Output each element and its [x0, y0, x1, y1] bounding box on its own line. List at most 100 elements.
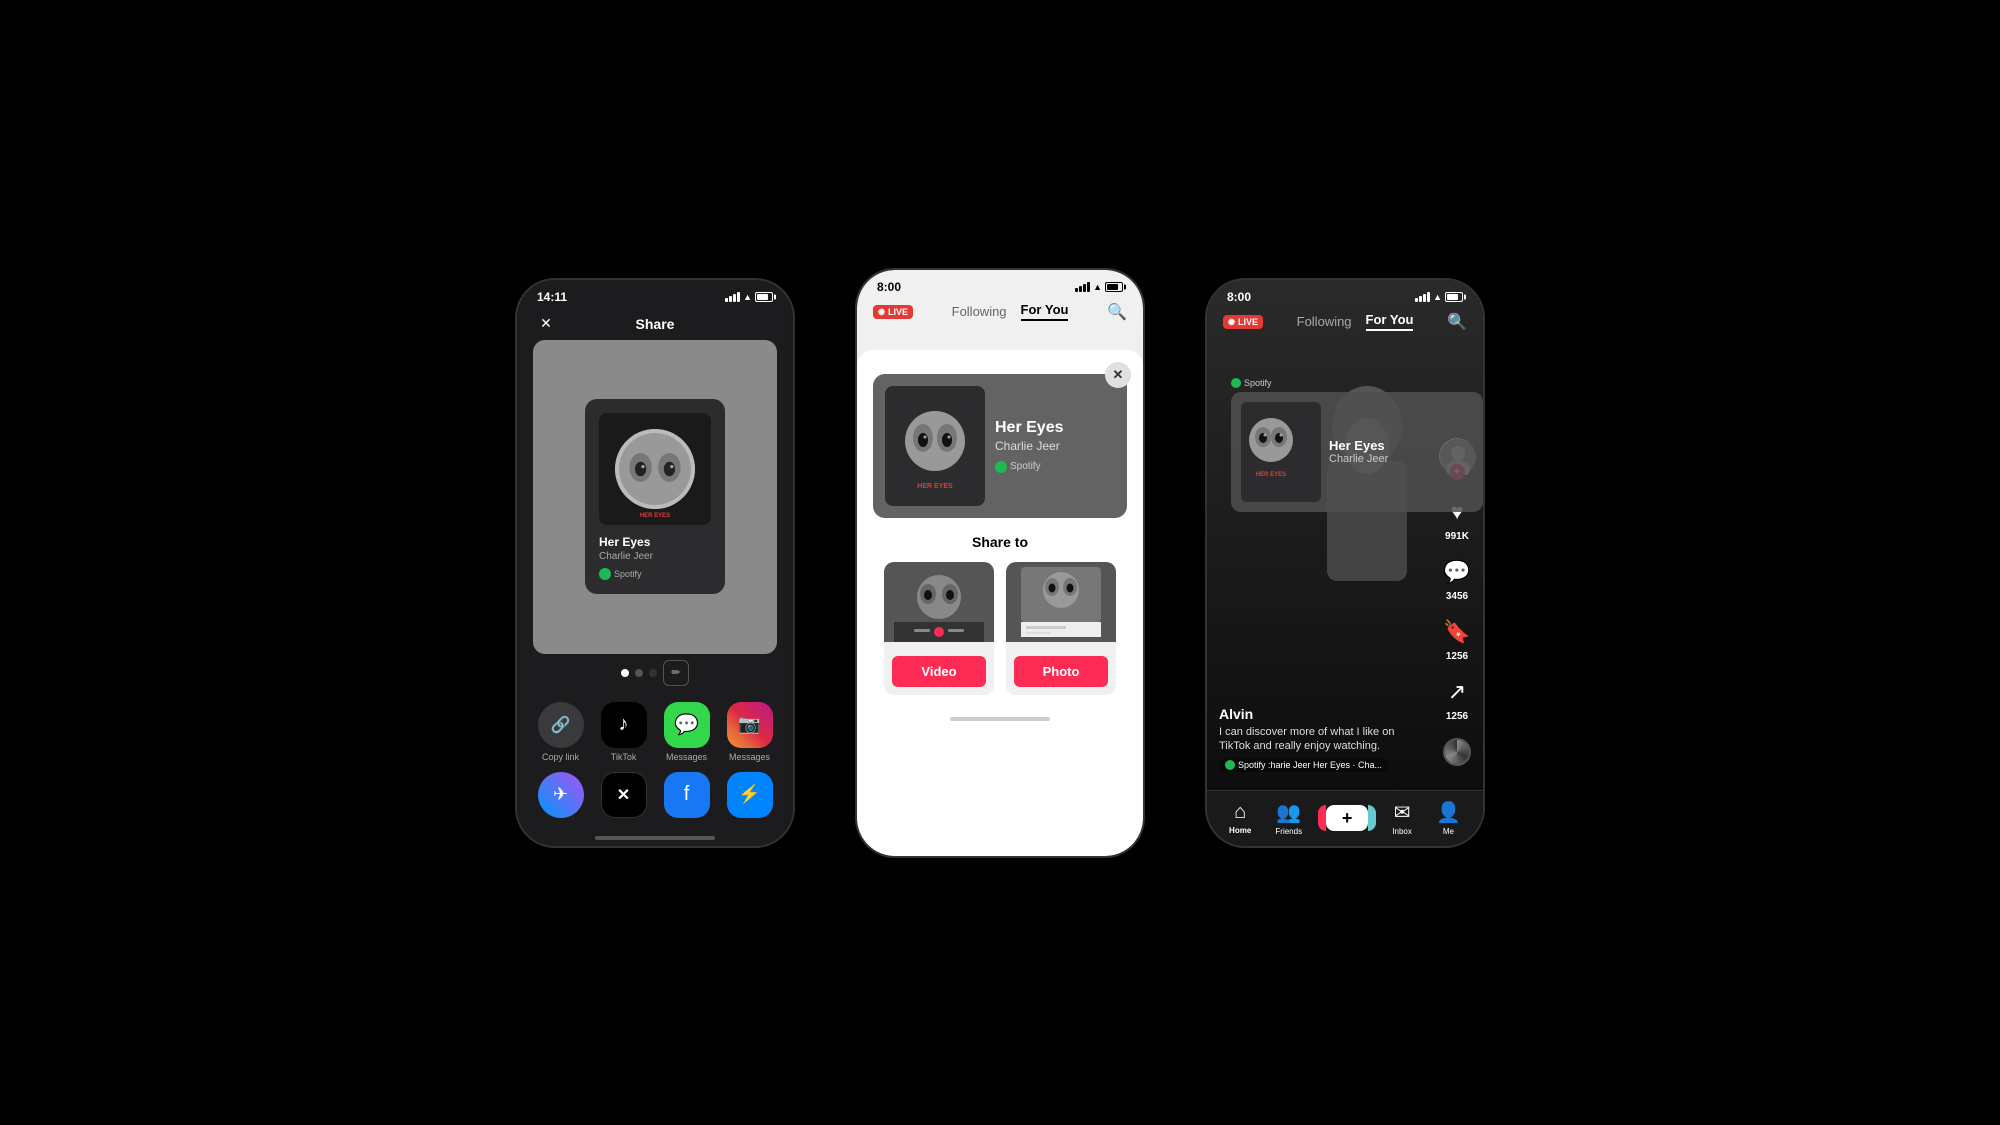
share-app-facebook[interactable]: f	[659, 772, 714, 818]
share-option-video: Video	[884, 562, 994, 695]
dot-indicator-row: ✏	[517, 654, 793, 692]
tab-foryou-2[interactable]: For You	[1021, 302, 1069, 321]
feed-bottom-info: Alvin I can discover more of what I like…	[1219, 706, 1413, 776]
nav-create[interactable]: +	[1326, 805, 1368, 831]
feed-card-title: Her Eyes	[1329, 438, 1473, 453]
share-app-messenger[interactable]: ✈	[533, 772, 588, 818]
search-button-2[interactable]: 🔍	[1107, 302, 1127, 322]
feed-music-card: Spotify HER EYES	[1231, 378, 1483, 512]
share-app-instagram-label: Messages	[729, 752, 770, 762]
home-icon: ⌂	[1234, 801, 1246, 824]
edit-button[interactable]: ✏	[663, 660, 689, 686]
share-to-options: Video	[873, 562, 1127, 695]
feed-album-art: HER EYES	[1241, 402, 1321, 502]
status-icons-1: ▲	[725, 292, 773, 302]
share-apps-row2: ✈ ✕ f ⚡	[517, 768, 793, 830]
modal-music-info: Her Eyes Charlie Jeer Spotify	[995, 419, 1115, 473]
feed-card-inner: HER EYES Her Eyes Charlie Jeer	[1231, 392, 1483, 512]
album-text-1: HER EYES	[640, 513, 670, 519]
share-card-area: HER EYES Her Eyes Charlie Jeer Spotify	[533, 340, 777, 654]
live-label-3: LIVE	[1238, 317, 1258, 327]
battery-2	[1105, 282, 1123, 292]
tab-following-2[interactable]: Following	[952, 304, 1007, 319]
share-app-tiktok[interactable]: ♪ TikTok	[596, 702, 651, 762]
share-apps-row1: 🔗 Copy link ♪ TikTok 💬 Messages 📷 Messag…	[517, 692, 793, 768]
share-app-x[interactable]: ✕	[596, 772, 651, 818]
photo-preview	[1006, 562, 1116, 642]
time-1: 14:11	[537, 290, 567, 304]
instagram-icon: 📷	[727, 702, 773, 748]
card-artist-1: Charlie Jeer	[599, 551, 711, 562]
disc-icon	[1443, 738, 1471, 766]
feed-spotify-label: Spotify	[1244, 378, 1272, 388]
feed-music-spotify-logo	[1225, 760, 1235, 770]
home-indicator-2	[950, 717, 1050, 721]
live-badge-2[interactable]: ◉ LIVE	[873, 305, 913, 319]
signal-2	[1075, 282, 1090, 292]
photo-button[interactable]: Photo	[1014, 656, 1108, 687]
dot-2[interactable]	[635, 669, 643, 677]
status-icons-3: ▲	[1415, 292, 1463, 302]
facebook-msg-icon: ⚡	[727, 772, 773, 818]
home-indicator-1	[595, 836, 715, 840]
spotify-logo-1	[599, 568, 611, 580]
feed-spotify-music: Spotify :harie Jeer Her Eyes · Cha...	[1219, 758, 1388, 772]
comment-button[interactable]: 💬 3456	[1439, 554, 1475, 602]
music-card-1: HER EYES Her Eyes Charlie Jeer Spotify	[585, 399, 725, 594]
copy-link-icon: 🔗	[538, 702, 584, 748]
search-button-3[interactable]: 🔍	[1447, 312, 1467, 332]
messenger-icon: ✈	[538, 772, 584, 818]
live-badge-3[interactable]: ◉ LIVE	[1223, 315, 1263, 329]
wifi-1: ▲	[743, 292, 752, 302]
share-app-copylink-label: Copy link	[542, 752, 579, 762]
video-button[interactable]: Video	[892, 656, 986, 687]
share-app-fbmsg[interactable]: ⚡	[722, 772, 777, 818]
modal-spotify-badge: Spotify	[995, 461, 1115, 473]
phones-container: 14:11 ▲ ✕ Share	[515, 268, 1485, 858]
share-option-photo: Photo	[1006, 562, 1116, 695]
signal-1	[725, 292, 740, 302]
facebook-icon: f	[664, 772, 710, 818]
share-title: Share	[636, 316, 675, 332]
bookmark-icon: 🔖	[1439, 614, 1475, 650]
modal-spotify-text: Spotify	[1010, 461, 1041, 472]
card-title-1: Her Eyes	[599, 535, 711, 549]
share-app-copylink[interactable]: 🔗 Copy link	[533, 702, 588, 762]
feed-description: I can discover more of what I like on Ti…	[1219, 725, 1413, 754]
tab-following-3[interactable]: Following	[1297, 314, 1352, 329]
signal-3	[1415, 292, 1430, 302]
nav-friends[interactable]: 👥 Friends	[1275, 800, 1302, 836]
inbox-icon: ✉	[1394, 800, 1411, 825]
close-button-1[interactable]: ✕	[533, 311, 559, 337]
modal-album-art: HER EYES	[885, 386, 985, 506]
tiktok-nav-3: ◉ LIVE Following For You 🔍	[1207, 308, 1483, 340]
tiktok-nav-2: ◉ LIVE Following For You 🔍	[857, 298, 1143, 330]
bookmark-button[interactable]: 🔖 1256	[1439, 614, 1475, 662]
phone-2-screen: 8:00 ▲ ◉ LIV	[857, 270, 1143, 856]
wifi-2: ▲	[1093, 282, 1102, 292]
dot-1[interactable]	[621, 669, 629, 677]
wifi-3: ▲	[1433, 292, 1442, 302]
share-app-messages[interactable]: 💬 Messages	[659, 702, 714, 762]
status-bar-3: 8:00 ▲	[1207, 280, 1483, 308]
share-app-tiktok-label: TikTok	[611, 752, 637, 762]
share-header: ✕ Share	[517, 308, 793, 340]
nav-inbox[interactable]: ✉ Inbox	[1392, 800, 1412, 836]
nav-me[interactable]: 👤 Me	[1436, 800, 1461, 836]
phone-3-screen: 8:00 ▲ ◉ LIV	[1207, 280, 1483, 846]
like-count: 991K	[1445, 531, 1469, 542]
inbox-label: Inbox	[1392, 827, 1412, 836]
create-icon: +	[1326, 805, 1368, 831]
tab-foryou-3[interactable]: For You	[1366, 312, 1414, 331]
nav-home[interactable]: ⌂ Home	[1229, 801, 1251, 835]
modal-close-button[interactable]: ✕	[1105, 362, 1131, 388]
dot-3[interactable]	[649, 669, 657, 677]
friends-icon: 👥	[1276, 800, 1301, 825]
share-app-instagram[interactable]: 📷 Messages	[722, 702, 777, 762]
share-to-label: Share to	[873, 534, 1127, 550]
spotify-badge-1: Spotify	[599, 568, 711, 580]
battery-3	[1445, 292, 1463, 302]
share-button-feed[interactable]: ↗ 1256	[1439, 674, 1475, 722]
share-modal: ✕ HER EYES	[857, 350, 1143, 856]
video-preview	[884, 562, 994, 642]
